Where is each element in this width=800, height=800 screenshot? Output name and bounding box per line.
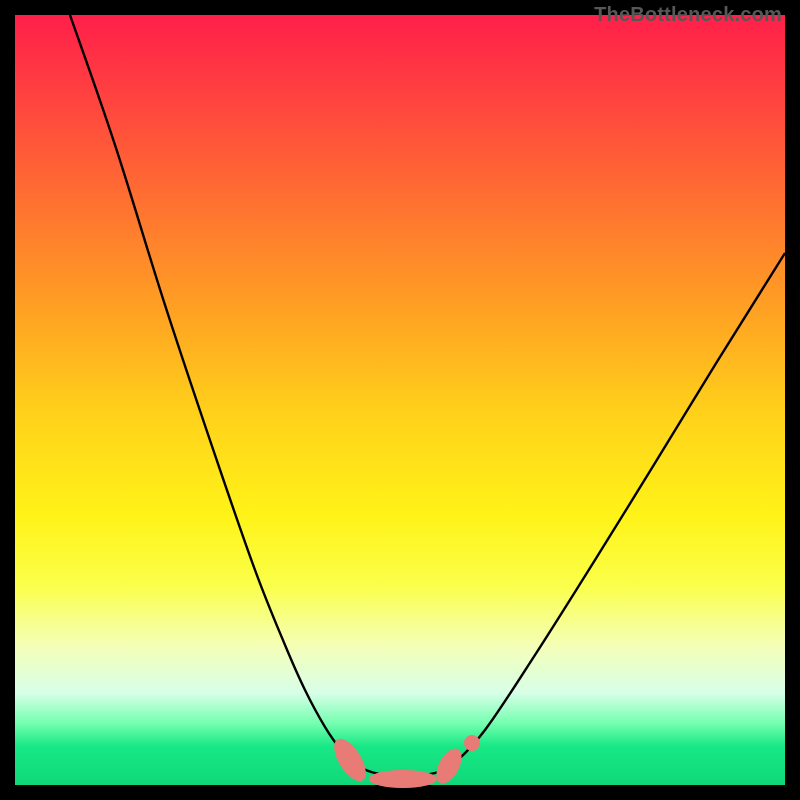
bottom-sausage [369,770,437,788]
curve-right-branch [453,253,785,765]
watermark-text: TheBottleneck.com [594,4,782,27]
chart-svg [15,15,785,785]
highlight-markers [328,734,480,788]
curve-left-branch [70,15,355,765]
right-dot [464,735,480,751]
right-sausage [431,745,466,788]
chart-frame [15,15,785,785]
